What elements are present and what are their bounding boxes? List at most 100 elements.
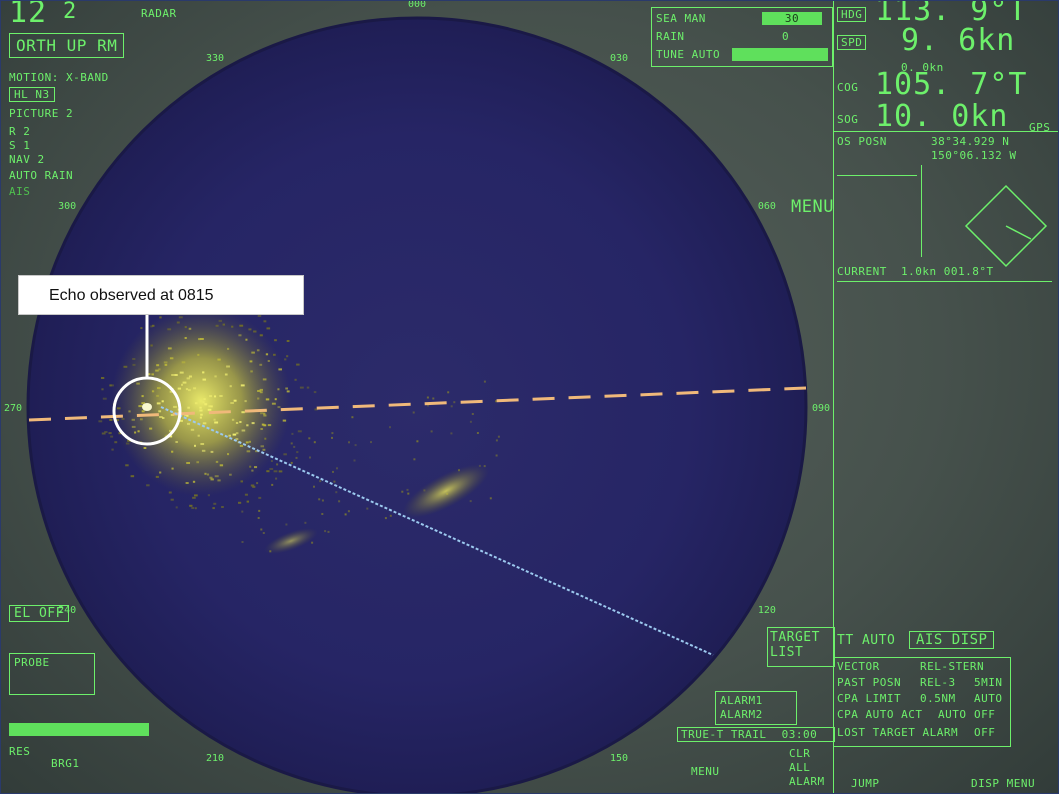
clutter-speck [191,507,195,509]
past-posn-label[interactable]: PAST POSN [837,676,901,689]
info-line-2[interactable]: HL N3 [9,87,55,102]
clutter-speck [309,456,311,459]
target-settings-panel: VECTOR REL-STERN PAST POSN REL-3 5MIN CP… [833,657,1011,747]
clutter-speck [125,442,130,445]
sea-value[interactable]: 30 [762,12,822,25]
clutter-speck [186,414,189,417]
all-label[interactable]: ALL [789,761,810,774]
cpa-auto-label[interactable]: CPA AUTO ACT [837,708,922,721]
probe-box: PROBE [9,653,95,695]
clutter-speck [210,478,214,481]
clutter-speck [197,353,200,356]
brg-label[interactable]: BRG1 [51,757,80,770]
sea-label[interactable]: SEA MAN [656,12,706,25]
rain-value[interactable]: 0 [782,30,789,43]
clutter-speck [181,361,186,364]
clutter-speck [244,400,247,403]
clutter-speck [284,358,287,361]
tt-auto-label[interactable]: TT AUTO [837,633,895,648]
clutter-speck [351,416,354,419]
clutter-speck [293,445,296,448]
probe-label[interactable]: PROBE [14,656,50,669]
clr-label[interactable]: CLR [789,747,810,760]
clutter-speck [199,416,202,419]
footer-menu[interactable]: MENU [691,765,720,778]
footer-jump[interactable]: JUMP [851,777,880,790]
clutter-speck [194,402,198,405]
clutter-speck [132,363,136,366]
clutter-speck [245,441,249,444]
clutter-speck [401,490,404,493]
clutter-speck [209,395,213,398]
clutter-speck [190,428,195,431]
cpa-limit-value[interactable]: 0.5NM [920,692,956,705]
clutter-speck [146,484,150,487]
clutter-speck [157,387,161,390]
info-line-7[interactable]: AUTO RAIN [9,169,73,182]
clutter-speck [193,387,197,390]
cpa-auto-value[interactable]: AUTO [938,708,967,721]
trail-box[interactable]: TRUE-T TRAIL 03:00 [677,727,835,742]
orientation-mode[interactable]: ORTH UP RM [9,33,125,58]
clutter-speck [290,461,293,464]
ais-disp-button[interactable]: AIS DISP [909,631,995,649]
spd-label[interactable]: SPD [837,35,867,50]
clutter-speck [348,441,350,444]
alarm2-label[interactable]: ALARM2 [720,708,763,721]
divider [833,131,1058,132]
spd-value: 9. 6kn [901,23,1016,58]
clutter-speck [318,498,321,501]
clutter-speck [335,491,338,494]
clutter-speck [196,461,200,464]
pos-label[interactable]: OS POSN [837,135,887,148]
echo-target[interactable] [142,403,152,411]
clutter-speck [188,389,191,392]
clutter-speck [286,340,290,342]
clutter-speck [295,456,298,459]
vector-label[interactable]: VECTOR [837,660,880,673]
clutter-speck [260,445,265,448]
cpa-auto-state[interactable]: OFF [974,708,995,721]
clutter-speck [273,470,278,473]
clutter-speck [413,458,416,461]
tune-bar[interactable] [732,48,828,61]
clutter-speck [245,338,248,341]
bearing-label: 030 [610,53,628,64]
past-posn-time[interactable]: 5MIN [974,676,1003,689]
past-posn-value[interactable]: REL-3 [920,676,956,689]
clutter-speck [182,381,187,384]
clutter-speck [167,347,172,350]
sog-unit: GPS [1029,121,1051,134]
clutter-speck [132,358,136,360]
footer-disp-menu[interactable]: DISP MENU [971,777,1035,790]
lost-target-value[interactable]: OFF [974,726,995,739]
tune-label[interactable]: TUNE AUTO [656,48,720,61]
range-value[interactable]: 12 [9,1,47,30]
clutter-speck [286,355,289,358]
cpa-limit-label[interactable]: CPA LIMIT [837,692,901,705]
menu-button[interactable]: MENU [791,197,834,217]
clutter-speck [240,480,243,483]
cpa-limit-mode[interactable]: AUTO [974,692,1003,705]
compass-rose-icon [964,184,1048,268]
alarm-box: ALARM1 ALARM2 [715,691,797,725]
clutter-speck [275,477,278,480]
clutter-speck [213,502,217,505]
clutter-speck [257,314,262,317]
rain-label[interactable]: RAIN [656,30,685,43]
clutter-speck [199,406,202,409]
clutter-speck [263,414,267,417]
vector-value[interactable]: REL-STERN [920,660,984,673]
clutter-speck [101,388,104,391]
alarm-ack-label[interactable]: ALARM [789,775,825,788]
info-line-3[interactable]: PICTURE 2 [9,107,73,120]
alarm1-label[interactable]: ALARM1 [720,694,763,707]
clutter-speck [230,402,234,404]
clutter-speck [185,482,189,484]
lost-target-label[interactable]: LOST TARGET ALARM [837,726,958,739]
target-list-button[interactable]: TARGET LIST [767,627,835,667]
el-off-label[interactable]: EL OFF [9,605,69,622]
clutter-speck [276,463,279,466]
divider [837,281,1052,282]
clutter-speck [249,360,253,363]
